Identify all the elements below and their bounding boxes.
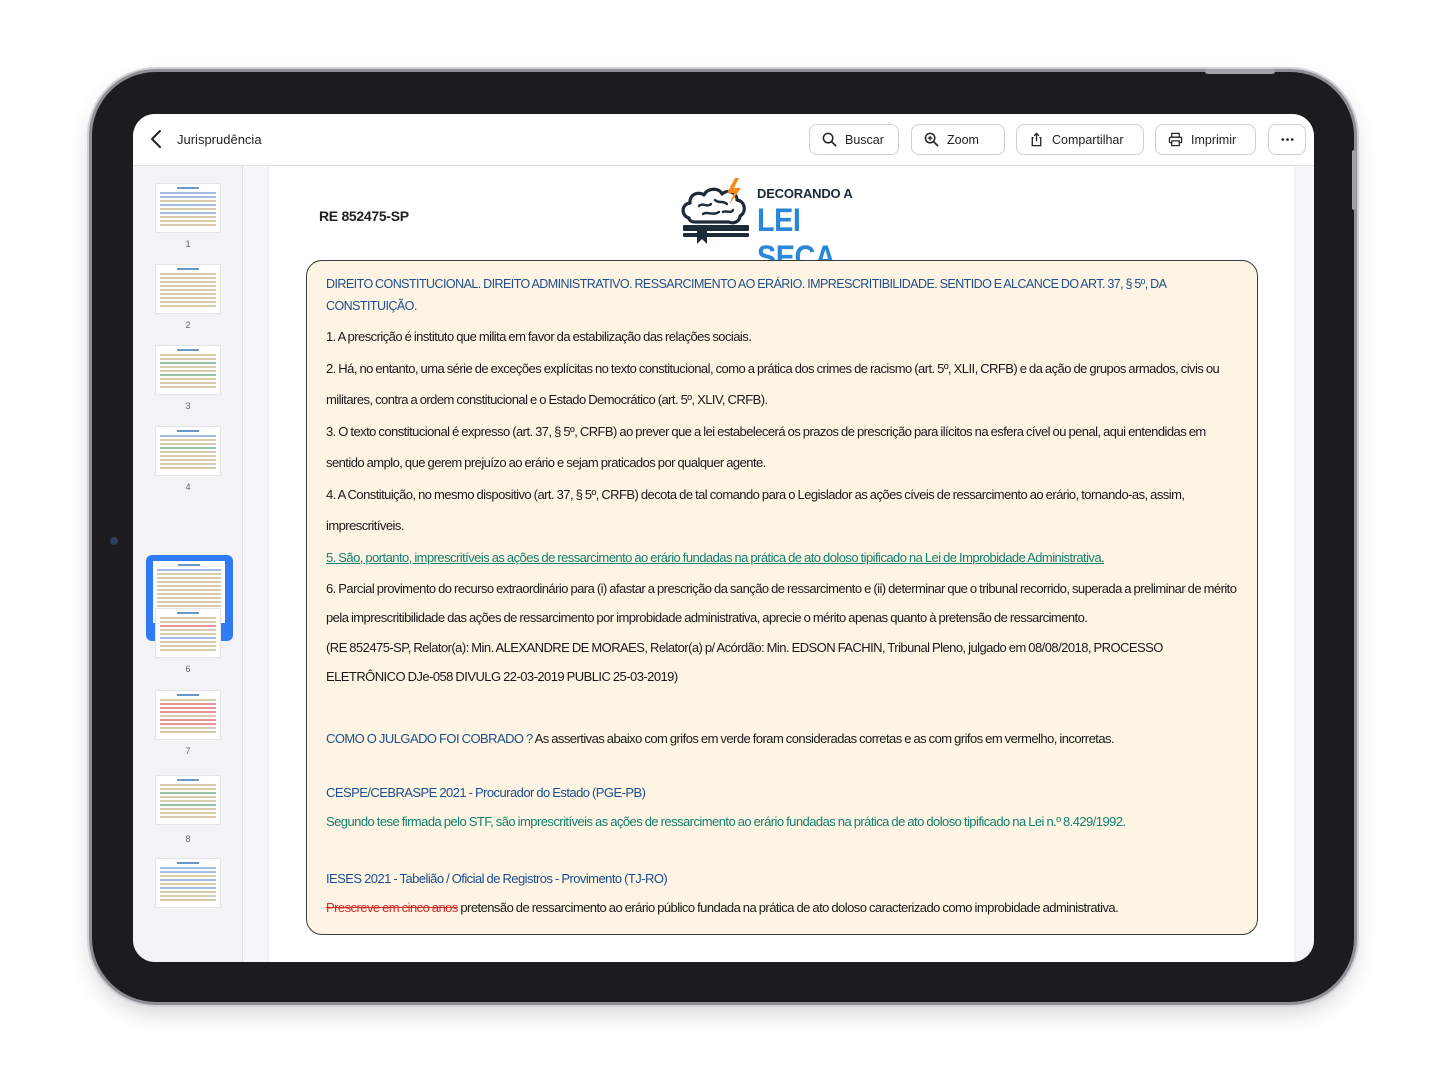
back-title[interactable]: Jurisprudência [177,132,262,147]
paragraph-1: 1. A prescrição é instituto que milita e… [326,329,752,344]
share-button[interactable]: Compartilhar [1016,124,1144,155]
page-thumbnail-1[interactable] [155,183,221,233]
summary-heading: DIREITO CONSTITUCIONAL. DIREITO ADMINIST… [326,277,1166,313]
page-number-7: 7 [185,746,191,756]
share-button-label: Compartilhar [1052,132,1124,147]
zoom-icon [924,132,939,147]
page-thumbnail-4[interactable] [155,426,221,476]
paragraph-6: 6. Parcial provimento do recurso extraor… [326,580,1237,626]
search-button-label: Buscar [845,132,884,147]
incorrect-strikethrough: Prescreve em cinco anos [326,900,458,915]
jurisprudence-box: DIREITO CONSTITUCIONAL. DIREITO ADMINIST… [306,260,1258,935]
como-cobrado-text: As assertivas abaixo com grifos em verde… [532,730,1115,746]
printer-icon [1168,132,1183,147]
document-id: RE 852475-SP [319,208,409,224]
paragraph-3: 3. O texto constitucional é expresso (ar… [326,423,1206,471]
case-reference: (RE 852475-SP, Relator(a): Min. ALEXANDR… [326,639,1163,685]
page-number-8: 8 [185,834,191,844]
question-2-title: IESES 2021 - Tabelião / Oficial de Regis… [326,871,668,886]
question-1-text: Segundo tese firmada pelo STF, são impre… [326,814,1126,829]
app-screen: Jurisprudência Buscar Zoom Compartilhar … [133,114,1314,962]
side-hardware-button [1352,150,1356,210]
logo: DECORANDO A LEI SECA [677,176,877,275]
page-number-2: 2 [185,320,191,330]
question-1-title: CESPE/CEBRASPE 2021 - Procurador do Esta… [326,785,646,800]
page-thumbnail-7[interactable] [155,690,221,740]
top-hardware-button [1205,69,1275,74]
page-number-6: 6 [185,664,191,674]
page-thumbnail-6[interactable] [155,608,221,658]
search-icon [822,132,837,147]
page-number-4: 4 [185,482,191,492]
more-button[interactable] [1268,124,1306,155]
front-camera [110,537,118,545]
zoom-button-label: Zoom [947,132,979,147]
paragraph-2: 2. Há, no entanto, uma série de exceções… [326,360,1220,408]
page-thumbnail-9[interactable] [155,858,221,908]
question-2-body: pretensão de ressarcimento ao erário púb… [457,900,1119,915]
chevron-left-icon [151,130,161,148]
document-page: RE 852475-SP DECORANDO A LEI SECA DIREIT… [269,166,1294,962]
paragraph-4: 4. A Constituição, no mesmo dispositivo … [326,486,1185,534]
como-cobrado-label: COMO O JULGADO FOI COBRADO ? [326,730,533,746]
document-viewer[interactable]: RE 852475-SP DECORANDO A LEI SECA DIREIT… [243,166,1314,962]
page-thumbnail-2[interactable] [155,264,221,314]
share-icon [1031,132,1042,147]
highlighted-thesis-link[interactable]: 5. São, portanto, imprescritíveis as açõ… [326,542,1241,574]
page-number-1: 1 [185,239,191,249]
como-cobrado-section: COMO O JULGADO FOI COBRADO ? As assertiv… [326,724,1241,754]
back-button[interactable] [147,128,169,152]
logo-top-text: DECORANDO A [757,186,853,201]
question-2-text: Prescreve em cinco anos pretensão de res… [326,893,1241,923]
print-button[interactable]: Imprimir [1155,124,1256,155]
print-button-label: Imprimir [1191,132,1237,147]
top-bar: Jurisprudência Buscar Zoom Compartilhar … [133,114,1314,166]
page-number-3: 3 [185,401,191,411]
page-thumbnail-sidebar: 1 2 3 4 5 6 7 8 [133,166,243,962]
page-thumbnail-8[interactable] [155,775,221,825]
brain-logo-icon [681,178,749,244]
more-icon [1281,138,1293,141]
page-thumbnail-3[interactable] [155,345,221,395]
search-button[interactable]: Buscar [809,124,899,155]
zoom-button[interactable]: Zoom [911,124,1005,155]
